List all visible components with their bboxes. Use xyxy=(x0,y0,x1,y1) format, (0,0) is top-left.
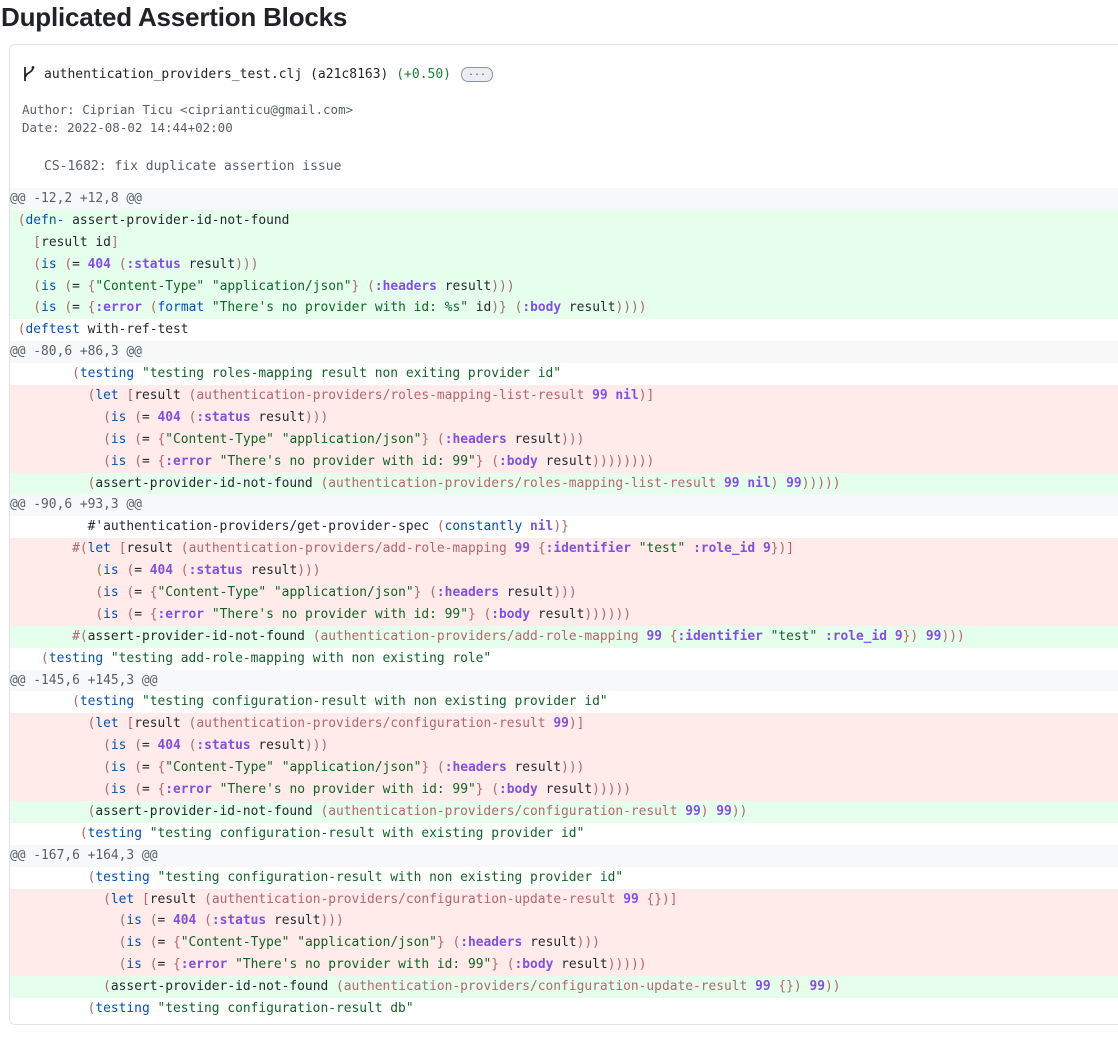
diff-line-added: #(assert-provider-id-not-found (authenti… xyxy=(10,625,1118,648)
commit-author: Author: Ciprian Ticu <ciprianticu@gmail.… xyxy=(22,102,354,117)
commit-message: CS-1682: fix duplicate assertion issue xyxy=(44,159,342,174)
diff-hunk-header: @@ -12,2 +12,8 @@ xyxy=(10,188,1118,210)
diff-line-context: (testing "testing configuration-result w… xyxy=(10,822,1118,845)
diff-line-context: (deftest with-ref-test xyxy=(10,319,1118,342)
git-branch-icon xyxy=(24,66,35,81)
diff-line-added: (is (= 404 (:status result))) xyxy=(10,253,1118,276)
diff-line-added: [result id] xyxy=(10,231,1118,254)
diff-line-removed: (let [result (authentication-providers/r… xyxy=(10,385,1118,407)
diff-line-added: (assert-provider-id-not-found (authentic… xyxy=(10,472,1118,495)
diff-line-added: (defn- assert-provider-id-not-found xyxy=(10,209,1118,232)
commit-header: authentication_providers_test.clj (a21c8… xyxy=(10,45,1118,188)
commit-diff-card: authentication_providers_test.clj (a21c8… xyxy=(9,44,1118,1025)
diff-line-removed: (is (= {"Content-Type" "application/json… xyxy=(10,582,1118,604)
diff-line-removed: (is (= {:error "There's no provider with… xyxy=(10,954,1118,977)
diff-line-added: (assert-provider-id-not-found (authentic… xyxy=(10,976,1118,998)
diff-line-context: (testing "testing roles-mapping result n… xyxy=(10,363,1118,386)
diff-line-removed: (is (= {:error "There's no provider with… xyxy=(10,779,1118,801)
diff-hunk-header: @@ -80,6 +86,3 @@ xyxy=(10,341,1118,364)
file-name[interactable]: authentication_providers_test.clj xyxy=(44,67,302,82)
diff-line-removed: (is (= {:error "There's no provider with… xyxy=(10,603,1118,626)
diff-line-context: (testing "testing configuration-result w… xyxy=(10,866,1118,889)
diff-view: @@ -12,2 +12,8 @@ (defn- assert-provider… xyxy=(10,188,1118,1020)
more-button[interactable]: ... xyxy=(461,66,494,82)
diff-hunk-header: @@ -167,6 +164,3 @@ xyxy=(10,844,1118,867)
commit-date: Date: 2022-08-02 14:44+02:00 xyxy=(22,120,233,135)
diff-line-context: #'authentication-providers/get-provider-… xyxy=(10,516,1118,539)
diff-line-added: (is (= {"Content-Type" "application/json… xyxy=(10,275,1118,298)
diff-line-removed: (is (= {"Content-Type" "application/json… xyxy=(10,428,1118,451)
diff-line-context: (testing "testing add-role-mapping with … xyxy=(10,647,1118,670)
diff-hunk-header: @@ -145,6 +145,3 @@ xyxy=(10,669,1118,692)
diff-line-added: (is (= {:error (format "There's no provi… xyxy=(10,297,1118,320)
diff-line-removed: (is (= 404 (:status result))) xyxy=(10,735,1118,758)
diff-line-removed: (is (= {"Content-Type" "application/json… xyxy=(10,932,1118,955)
diff-line-added: (assert-provider-id-not-found (authentic… xyxy=(10,800,1118,823)
diff-line-removed: (is (= {"Content-Type" "application/json… xyxy=(10,757,1118,780)
diff-line-removed: (is (= {:error "There's no provider with… xyxy=(10,450,1118,473)
diff-line-removed: (let [result (authentication-providers/c… xyxy=(10,713,1118,736)
diff-hunk-header: @@ -90,6 +93,3 @@ xyxy=(10,494,1118,517)
commit-file-line: authentication_providers_test.clj (a21c8… xyxy=(22,65,494,83)
page-title: Duplicated Assertion Blocks xyxy=(1,2,348,32)
commit-hash[interactable]: (a21c8163) xyxy=(310,67,388,82)
diff-line-removed: (let [result (authentication-providers/c… xyxy=(10,888,1118,911)
diff-line-context: (testing "testing configuration-result w… xyxy=(10,691,1118,714)
diff-line-removed: (is (= 404 (:status result))) xyxy=(10,406,1118,429)
diff-line-removed: (is (= 404 (:status result))) xyxy=(10,560,1118,583)
score-badge: (+0.50) xyxy=(396,66,452,82)
diff-line-removed: (is (= 404 (:status result))) xyxy=(10,910,1118,933)
diff-line-removed: #(let [result (authentication-providers/… xyxy=(10,538,1118,561)
diff-line-context: (testing "testing configuration-result d… xyxy=(10,997,1118,1020)
